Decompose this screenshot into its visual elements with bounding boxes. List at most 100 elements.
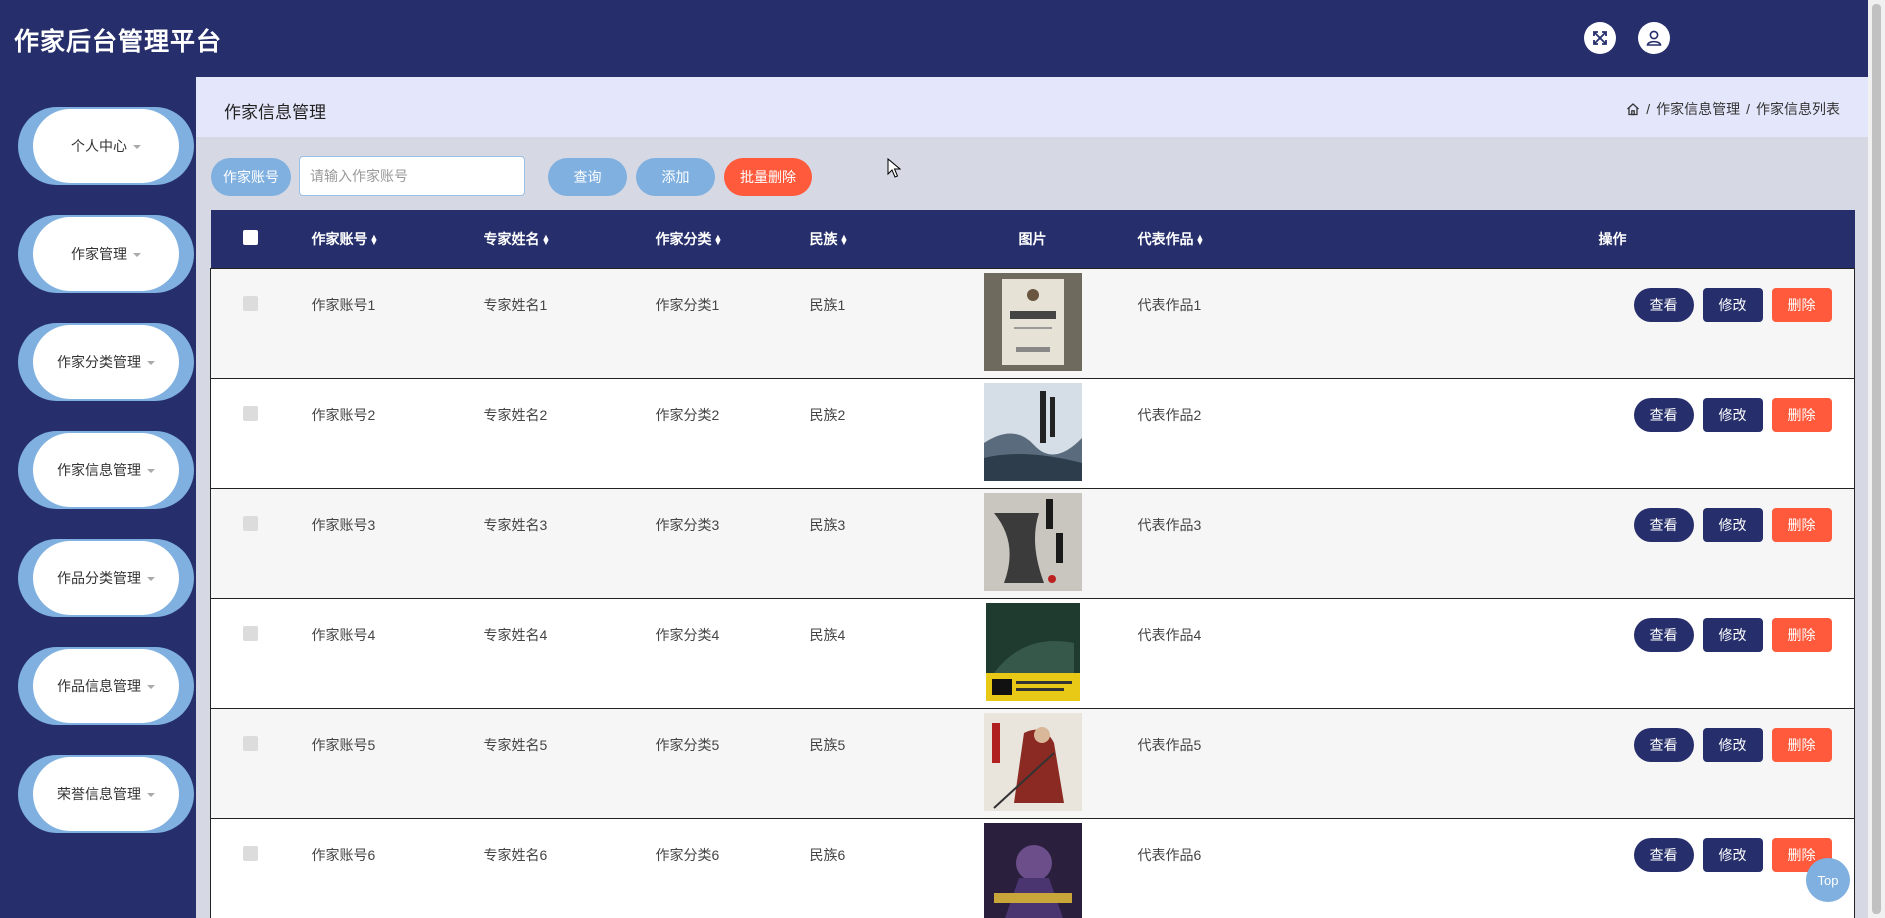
sidebar-item-label: 作家管理 — [71, 246, 127, 262]
delete-button[interactable]: 删除 — [1771, 727, 1832, 762]
sidebar-item-writer-category[interactable]: 作家分类管理 — [18, 323, 194, 401]
column-header-ethnicity[interactable]: 民族 ▲ ▼ — [810, 210, 928, 268]
sidebar-item-personal-center[interactable]: 个人中心 — [18, 107, 194, 185]
breadcrumb: / 作家信息管理 / 作家信息列表 — [1626, 99, 1840, 119]
book-cover-image — [983, 822, 1082, 918]
column-header-account[interactable]: 作家账号 ▲ ▼ — [312, 210, 484, 268]
sidebar-item-honor-info[interactable]: 荣誉信息管理 — [18, 755, 194, 833]
cell-category: 作家分类6 — [655, 846, 720, 863]
home-icon[interactable] — [1626, 102, 1640, 116]
view-button[interactable]: 查看 — [1633, 397, 1694, 432]
fullscreen-button[interactable] — [1584, 22, 1616, 54]
caret-down-icon — [147, 577, 155, 581]
table-row: 作家账号3 专家姓名3 作家分类3 民族3 代表作品3 查看 修改 删除 — [210, 488, 1855, 598]
row-checkbox[interactable] — [243, 295, 258, 311]
table-row: 作家账号2 专家姓名2 作家分类2 民族2 代表作品2 查看 修改 删除 — [210, 378, 1855, 488]
view-button[interactable]: 查看 — [1633, 727, 1694, 762]
table-row: 作家账号4 专家姓名4 作家分类4 民族4 代表作品4 查看 修改 删除 — [210, 598, 1855, 708]
row-checkbox[interactable] — [243, 405, 258, 421]
delete-button[interactable]: 删除 — [1771, 397, 1832, 432]
cell-name: 专家姓名4 — [483, 626, 548, 643]
row-checkbox[interactable] — [243, 735, 258, 751]
cell-ethnicity: 民族1 — [809, 296, 846, 313]
cell-category: 作家分类3 — [655, 516, 720, 533]
search-input[interactable] — [299, 156, 525, 196]
cell-name: 专家姓名6 — [483, 846, 548, 863]
cell-ethnicity: 民族2 — [809, 406, 846, 423]
cell-work: 代表作品3 — [1137, 516, 1202, 533]
row-checkbox[interactable] — [243, 515, 258, 531]
cell-name: 专家姓名1 — [483, 296, 548, 313]
edit-button[interactable]: 修改 — [1702, 837, 1763, 872]
sidebar-item-work-info[interactable]: 作品信息管理 — [18, 647, 194, 725]
main-content: 作家信息管理 / 作家信息管理 / 作家信息列表 作家账号 查询 添加 批量删除 — [196, 77, 1868, 918]
select-all-checkbox[interactable] — [242, 229, 258, 245]
view-button[interactable]: 查看 — [1633, 837, 1694, 872]
sidebar-item-label: 个人中心 — [71, 138, 127, 154]
view-button[interactable]: 查看 — [1633, 617, 1694, 652]
view-button[interactable]: 查看 — [1633, 287, 1694, 322]
cell-name: 专家姓名3 — [483, 516, 548, 533]
book-cover-image — [983, 272, 1082, 371]
caret-down-icon — [147, 793, 155, 797]
column-header-category[interactable]: 作家分类 ▲ ▼ — [656, 210, 810, 268]
table-row: 作家账号1 专家姓名1 作家分类1 民族1 代表作品1 查看 修改 删除 — [210, 268, 1855, 378]
add-button[interactable]: 添加 — [636, 158, 715, 196]
sort-icon[interactable]: ▲ ▼ — [370, 233, 379, 247]
sort-icon[interactable]: ▲ ▼ — [714, 233, 723, 247]
column-header-image: 图片 — [1018, 230, 1047, 247]
cell-account: 作家账号2 — [311, 406, 376, 423]
column-header-actions: 操作 — [1598, 230, 1627, 247]
sidebar-item-writer-info[interactable]: 作家信息管理 — [18, 431, 194, 509]
edit-button[interactable]: 修改 — [1702, 507, 1763, 542]
sidebar-item-label: 作品分类管理 — [57, 570, 141, 586]
mouse-cursor-icon — [887, 158, 901, 178]
sidebar-item-label: 荣誉信息管理 — [57, 786, 141, 802]
back-to-top-button[interactable]: Top — [1806, 858, 1850, 902]
sort-icon[interactable]: ▲ ▼ — [542, 233, 551, 247]
cell-account: 作家账号1 — [311, 296, 376, 313]
edit-button[interactable]: 修改 — [1702, 397, 1763, 432]
view-button[interactable]: 查看 — [1633, 507, 1694, 542]
book-cover-image — [983, 492, 1082, 591]
sidebar-item-label: 作家信息管理 — [57, 462, 141, 478]
edit-button[interactable]: 修改 — [1702, 727, 1763, 762]
cell-ethnicity: 民族5 — [809, 736, 846, 753]
cell-category: 作家分类1 — [655, 296, 720, 313]
edit-button[interactable]: 修改 — [1702, 287, 1763, 322]
row-checkbox[interactable] — [243, 625, 258, 641]
cell-account: 作家账号3 — [311, 516, 376, 533]
cell-category: 作家分类5 — [655, 736, 720, 753]
breadcrumb-level1[interactable]: 作家信息管理 — [1656, 99, 1740, 119]
book-cover-image — [985, 602, 1080, 701]
sidebar-item-writer-management[interactable]: 作家管理 — [18, 215, 194, 293]
column-header-name[interactable]: 专家姓名 ▲ ▼ — [484, 210, 656, 268]
cell-work: 代表作品2 — [1137, 406, 1202, 423]
vertical-scrollbar[interactable] — [1868, 0, 1885, 918]
query-button[interactable]: 查询 — [548, 158, 627, 196]
cell-work: 代表作品5 — [1137, 736, 1202, 753]
sort-icon[interactable]: ▲ ▼ — [1196, 233, 1205, 247]
book-cover-image — [983, 712, 1082, 811]
delete-button[interactable]: 删除 — [1771, 507, 1832, 542]
delete-button[interactable]: 删除 — [1771, 617, 1832, 652]
table-row: 作家账号6 专家姓名6 作家分类6 民族6 代表作品6 查看 修改 删除 — [210, 818, 1855, 918]
delete-button[interactable]: 删除 — [1771, 287, 1832, 322]
batch-delete-button[interactable]: 批量删除 — [724, 158, 812, 196]
edit-button[interactable]: 修改 — [1702, 617, 1763, 652]
cell-account: 作家账号4 — [311, 626, 376, 643]
sidebar-item-work-category[interactable]: 作品分类管理 — [18, 539, 194, 617]
caret-down-icon — [133, 145, 141, 149]
scrollbar-thumb[interactable] — [1872, 4, 1881, 914]
writer-table: 作家账号 ▲ ▼ 专家姓名 ▲ ▼ 作家分类 ▲ ▼ 民族 ▲ ▼ 图片 代表作品 ▲ ▼ 操作 作… — [210, 210, 1855, 918]
caret-down-icon — [147, 361, 155, 365]
caret-down-icon — [147, 469, 155, 473]
sidebar-item-label: 作品信息管理 — [57, 678, 141, 694]
sidebar: 个人中心 作家管理 作家分类管理 作家信息管理 作品分类管理 作品信息管理 荣誉… — [0, 77, 196, 918]
user-button[interactable] — [1638, 22, 1670, 54]
column-header-work[interactable]: 代表作品 ▲ ▼ — [1138, 210, 1378, 268]
sort-icon[interactable]: ▲ ▼ — [840, 233, 849, 247]
breadcrumb-separator: / — [1646, 101, 1651, 117]
row-checkbox[interactable] — [243, 845, 258, 861]
user-icon — [1646, 30, 1662, 46]
